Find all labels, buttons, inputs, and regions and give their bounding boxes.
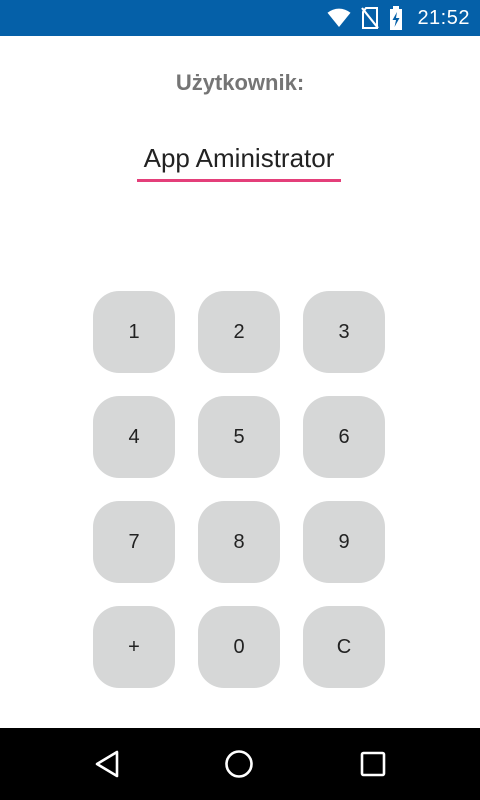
- key-9[interactable]: 9: [303, 501, 385, 583]
- recents-icon: [360, 751, 386, 777]
- user-value: App Aministrator: [143, 143, 335, 173]
- key-1[interactable]: 1: [93, 291, 175, 373]
- key-6[interactable]: 6: [303, 396, 385, 478]
- key-2[interactable]: 2: [198, 291, 280, 373]
- status-clock: 21:52: [417, 6, 470, 29]
- status-icons: 21:52: [327, 0, 470, 36]
- user-label: Użytkownik:: [175, 70, 305, 95]
- key-0[interactable]: 0: [198, 606, 280, 688]
- battery-charging-icon: [389, 6, 403, 30]
- key-clear[interactable]: C: [303, 606, 385, 688]
- no-sim-icon: [361, 7, 380, 29]
- status-bar: 21:52: [0, 0, 480, 36]
- back-icon: [94, 750, 120, 778]
- login-screen: Użytkownik: App Aministrator 1 2 3 4 5 6…: [0, 36, 480, 728]
- key-7[interactable]: 7: [93, 501, 175, 583]
- key-plus[interactable]: +: [93, 606, 175, 688]
- key-5[interactable]: 5: [198, 396, 280, 478]
- home-icon: [224, 749, 254, 779]
- recents-button[interactable]: [358, 749, 388, 779]
- home-button[interactable]: [224, 749, 254, 779]
- key-4[interactable]: 4: [93, 396, 175, 478]
- key-3[interactable]: 3: [303, 291, 385, 373]
- navigation-bar: [0, 728, 480, 800]
- wifi-icon: [327, 8, 351, 28]
- user-field[interactable]: App Aministrator: [137, 140, 341, 182]
- key-8[interactable]: 8: [198, 501, 280, 583]
- back-button[interactable]: [92, 749, 122, 779]
- keypad: 1 2 3 4 5 6 7 8 9 + 0 C: [93, 291, 385, 688]
